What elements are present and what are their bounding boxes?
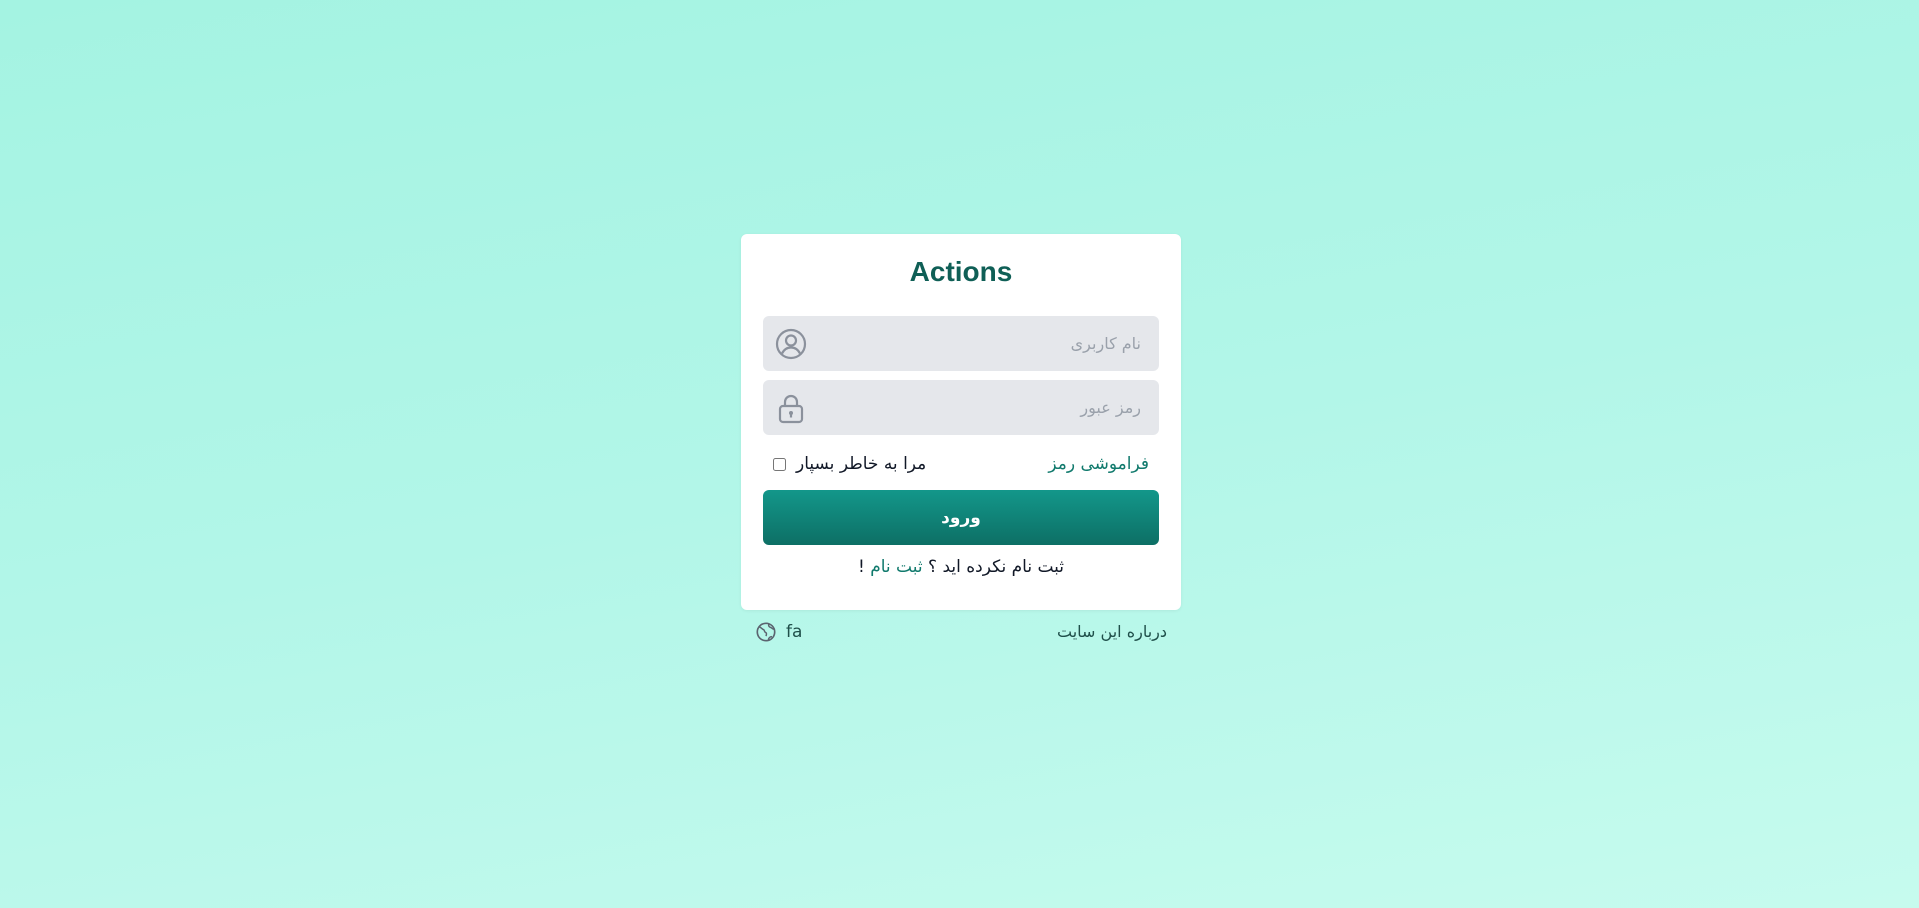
- signup-prompt-text: ثبت نام نکرده اید ؟: [928, 557, 1065, 577]
- signup-suffix: !: [857, 557, 865, 577]
- page-title: Actions: [909, 256, 1013, 287]
- login-card: Actions فراموشی رمز مرا به خاطر بسپار: [741, 234, 1181, 610]
- language-selector[interactable]: fa: [755, 621, 802, 643]
- language-code: fa: [786, 622, 803, 642]
- remember-me[interactable]: مرا به خاطر بسپار: [771, 454, 926, 474]
- remember-me-label: مرا به خاطر بسپار: [796, 454, 927, 474]
- options-row: فراموشی رمز مرا به خاطر بسپار: [763, 448, 1159, 482]
- about-site-link[interactable]: درباره این سایت: [1057, 622, 1167, 641]
- lock-icon: [775, 392, 807, 424]
- signup-link[interactable]: ثبت نام: [870, 557, 922, 577]
- globe-icon: [756, 622, 776, 642]
- forgot-password-link[interactable]: فراموشی رمز: [1048, 454, 1149, 474]
- remember-me-checkbox[interactable]: [773, 457, 786, 471]
- user-circle-icon: [775, 328, 807, 360]
- username-field-container: [763, 316, 1159, 371]
- login-button[interactable]: ورود: [763, 490, 1159, 545]
- signup-prompt: ثبت نام نکرده اید ؟ ثبت نام !: [741, 557, 1181, 577]
- footer: درباره این سایت fa: [741, 622, 1181, 646]
- password-field-container: [763, 380, 1159, 435]
- username-input[interactable]: [819, 316, 1141, 371]
- password-input[interactable]: [819, 380, 1141, 435]
